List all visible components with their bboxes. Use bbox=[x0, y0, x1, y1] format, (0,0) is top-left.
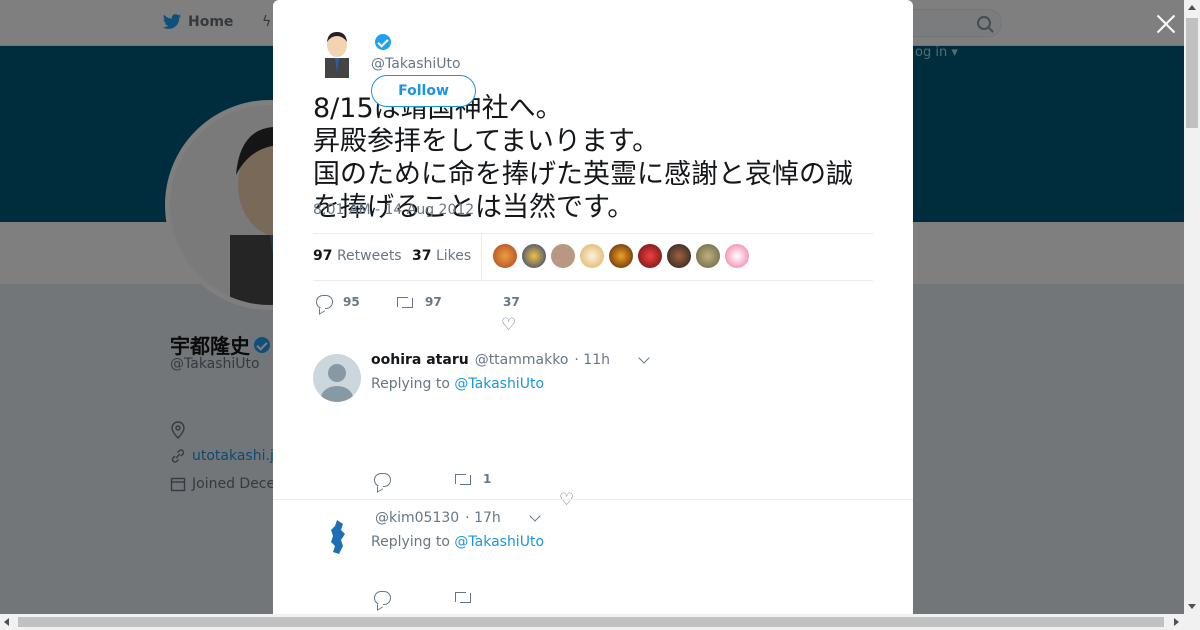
reply-action[interactable]: 95 bbox=[316, 295, 360, 309]
liker-avatar[interactable] bbox=[493, 244, 517, 268]
liker-avatar[interactable] bbox=[609, 244, 633, 268]
liker-avatar[interactable] bbox=[696, 244, 720, 268]
like-count-action[interactable]: 37 bbox=[503, 295, 520, 309]
like-action-count: 37 bbox=[503, 295, 520, 309]
stats-divider bbox=[481, 234, 482, 280]
tweet-author-avatar[interactable] bbox=[313, 28, 361, 78]
default-avatar-image bbox=[321, 364, 353, 402]
reply-icon bbox=[374, 473, 391, 487]
reply-retweet-count: 1 bbox=[483, 472, 492, 486]
retweet-action[interactable]: 97 bbox=[395, 295, 442, 309]
likes-label: Likes bbox=[435, 248, 472, 264]
retweet-icon bbox=[453, 472, 473, 486]
follow-button[interactable]: Follow bbox=[371, 75, 476, 107]
liker-avatar[interactable] bbox=[580, 244, 604, 268]
reply-author-handle[interactable]: @kim05130 bbox=[375, 510, 459, 526]
reply-header: oohira ataru @ttammakko · 11h bbox=[371, 352, 650, 368]
retweet-action[interactable]: 1 bbox=[453, 472, 491, 486]
liker-avatar[interactable] bbox=[522, 244, 546, 268]
reply-tweet[interactable]: oohira ataru @ttammakko · 11h Replying t… bbox=[273, 342, 913, 509]
scroll-up-arrow[interactable] bbox=[1188, 5, 1196, 10]
horizontal-scrollbar[interactable] bbox=[0, 614, 1200, 630]
tweet-actions: 95 97 37 ♡ bbox=[313, 292, 873, 335]
replying-to: Replying to @TakashiUto bbox=[371, 376, 544, 392]
tweet-modal: @TakashiUto 8/15は靖国神社へ。 昇殿参拝をしてまいります。 国の… bbox=[273, 0, 913, 614]
retweet-count: 97 bbox=[313, 248, 333, 264]
scroll-left-arrow[interactable] bbox=[4, 618, 9, 626]
likes-stat[interactable]: 37 Likes bbox=[412, 248, 471, 264]
reply-avatar[interactable] bbox=[313, 354, 361, 402]
reply-author-handle[interactable]: @ttammakko bbox=[475, 352, 569, 368]
replying-to-prefix: Replying to bbox=[371, 534, 450, 550]
scroll-right-arrow[interactable] bbox=[1174, 618, 1179, 626]
vertical-scrollbar[interactable] bbox=[1184, 0, 1200, 614]
horizontal-scroll-thumb[interactable] bbox=[18, 617, 1164, 627]
likes-count: 37 bbox=[412, 248, 432, 264]
vertical-scroll-thumb[interactable] bbox=[1186, 18, 1198, 128]
retweet-icon bbox=[453, 590, 473, 604]
tweet-author-handle[interactable]: @TakashiUto bbox=[371, 56, 461, 72]
liker-avatar[interactable] bbox=[667, 244, 691, 268]
replying-to-link[interactable]: @TakashiUto bbox=[454, 376, 544, 392]
retweet-action[interactable] bbox=[453, 590, 473, 604]
replying-to-link[interactable]: @TakashiUto bbox=[454, 534, 544, 550]
heart-icon: ♡ bbox=[501, 315, 517, 335]
liker-avatar[interactable] bbox=[725, 244, 749, 268]
reply-time[interactable]: · 11h bbox=[574, 352, 610, 368]
close-icon[interactable] bbox=[1154, 12, 1178, 36]
replying-to-prefix: Replying to bbox=[371, 376, 450, 392]
retweet-icon bbox=[395, 295, 415, 309]
reply-action[interactable] bbox=[374, 591, 391, 605]
tweet-stats: 97 Retweets 37 Likes bbox=[313, 233, 873, 281]
chevron-down-icon[interactable] bbox=[638, 352, 650, 364]
retweet-label: Retweets bbox=[336, 248, 402, 264]
reply-author-name[interactable]: oohira ataru bbox=[371, 352, 469, 368]
chevron-down-icon[interactable] bbox=[529, 510, 541, 522]
reply-action[interactable] bbox=[374, 473, 391, 487]
liker-avatars bbox=[493, 244, 749, 268]
liker-avatar[interactable] bbox=[638, 244, 662, 268]
reply-avatar[interactable] bbox=[313, 512, 361, 560]
tweet-timestamp[interactable]: 8:01 AM - 14 Aug 2012 bbox=[313, 202, 474, 218]
reply-tweet[interactable]: @kim05130 · 17h Replying to @TakashiUto bbox=[273, 500, 913, 614]
reply-time[interactable]: · 17h bbox=[465, 510, 501, 526]
retweet-stat[interactable]: 97 Retweets bbox=[313, 248, 402, 264]
scroll-down-arrow[interactable] bbox=[1188, 604, 1196, 609]
replying-to: Replying to @TakashiUto bbox=[371, 534, 544, 550]
reply-header: @kim05130 · 17h bbox=[375, 510, 541, 526]
verified-icon bbox=[375, 34, 391, 50]
retweet-action-count: 97 bbox=[425, 295, 442, 309]
korea-map-avatar-image bbox=[331, 520, 345, 554]
like-action[interactable]: ♡ bbox=[501, 315, 517, 335]
liker-avatar[interactable] bbox=[551, 244, 575, 268]
reply-icon bbox=[374, 591, 391, 605]
reply-count: 95 bbox=[343, 295, 360, 309]
reply-icon bbox=[316, 295, 333, 309]
